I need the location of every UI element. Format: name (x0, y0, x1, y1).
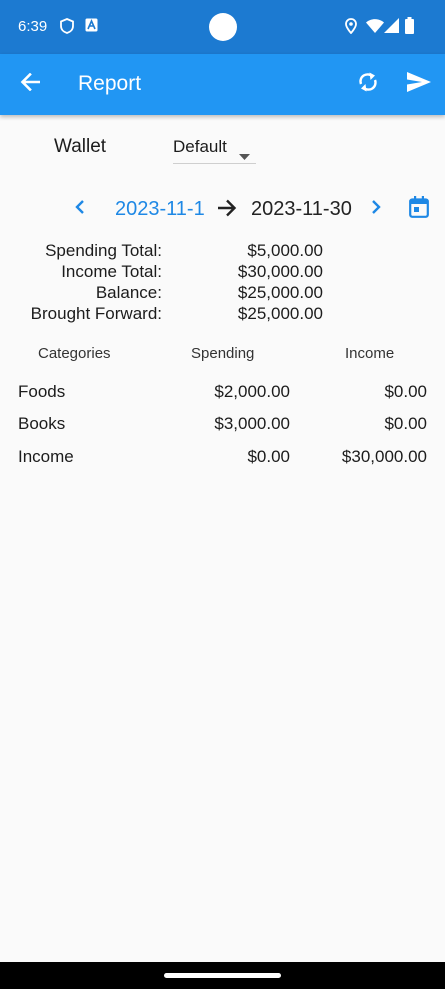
sync-icon (357, 70, 379, 99)
app-bar: Report (0, 54, 445, 115)
status-time: 6:39 (18, 18, 48, 35)
font-app-icon (85, 18, 98, 37)
calendar-icon (409, 195, 429, 223)
spending-total-label: Spending Total: (45, 241, 162, 260)
row-income: $0.00 (384, 382, 427, 401)
chevron-right-icon (371, 199, 381, 219)
system-nav-bar (0, 962, 445, 989)
income-total-label: Income Total: (61, 262, 162, 281)
balance-value: $25,000.00 (237, 283, 323, 302)
row-income: $0.00 (384, 414, 427, 433)
row-spending: $0.00 (247, 447, 290, 466)
send-button[interactable] (403, 68, 435, 100)
income-total-value: $30,000.00 (237, 262, 323, 281)
next-period-button[interactable] (362, 195, 390, 223)
location-icon (345, 18, 357, 39)
spending-total-value: $5,000.00 (247, 241, 323, 260)
column-header-categories: Categories (38, 345, 111, 362)
status-bar: 6:39 (0, 0, 445, 54)
column-header-income: Income (345, 345, 395, 362)
battery-icon (405, 17, 414, 39)
wallet-selected-value: Default (173, 137, 227, 156)
row-spending: $2,000.00 (214, 382, 290, 401)
wallet-label: Wallet (54, 136, 107, 157)
row-category: Foods (18, 382, 66, 401)
signal-icon (384, 18, 399, 38)
brought-forward-value: $25,000.00 (237, 304, 323, 323)
page-title: Report (78, 72, 142, 95)
send-icon (407, 71, 431, 97)
camera-cutout (209, 13, 237, 41)
column-header-spending: Spending (191, 345, 255, 362)
arrow-right-icon (217, 199, 237, 222)
back-button[interactable] (14, 68, 46, 100)
row-spending: $3,000.00 (214, 414, 290, 433)
row-category: Books (18, 414, 66, 433)
wifi-icon (366, 19, 384, 38)
balance-label: Balance: (95, 283, 162, 302)
end-date[interactable]: 2023-11-30 (251, 198, 352, 221)
refresh-button[interactable] (352, 68, 384, 100)
chevron-left-icon (75, 199, 85, 219)
dropdown-caret-icon (239, 145, 250, 165)
previous-period-button[interactable] (66, 195, 94, 223)
arrow-back-icon (20, 72, 41, 96)
wallet-dropdown[interactable]: Default (173, 136, 256, 164)
home-gesture-handle[interactable] (164, 973, 281, 978)
calendar-button[interactable] (404, 194, 434, 224)
start-date[interactable]: 2023-11-1 (115, 198, 205, 221)
row-category: Income (18, 447, 74, 466)
brought-forward-label: Brought Forward: (30, 304, 162, 323)
shield-icon (60, 18, 74, 39)
row-income: $30,000.00 (341, 447, 427, 466)
